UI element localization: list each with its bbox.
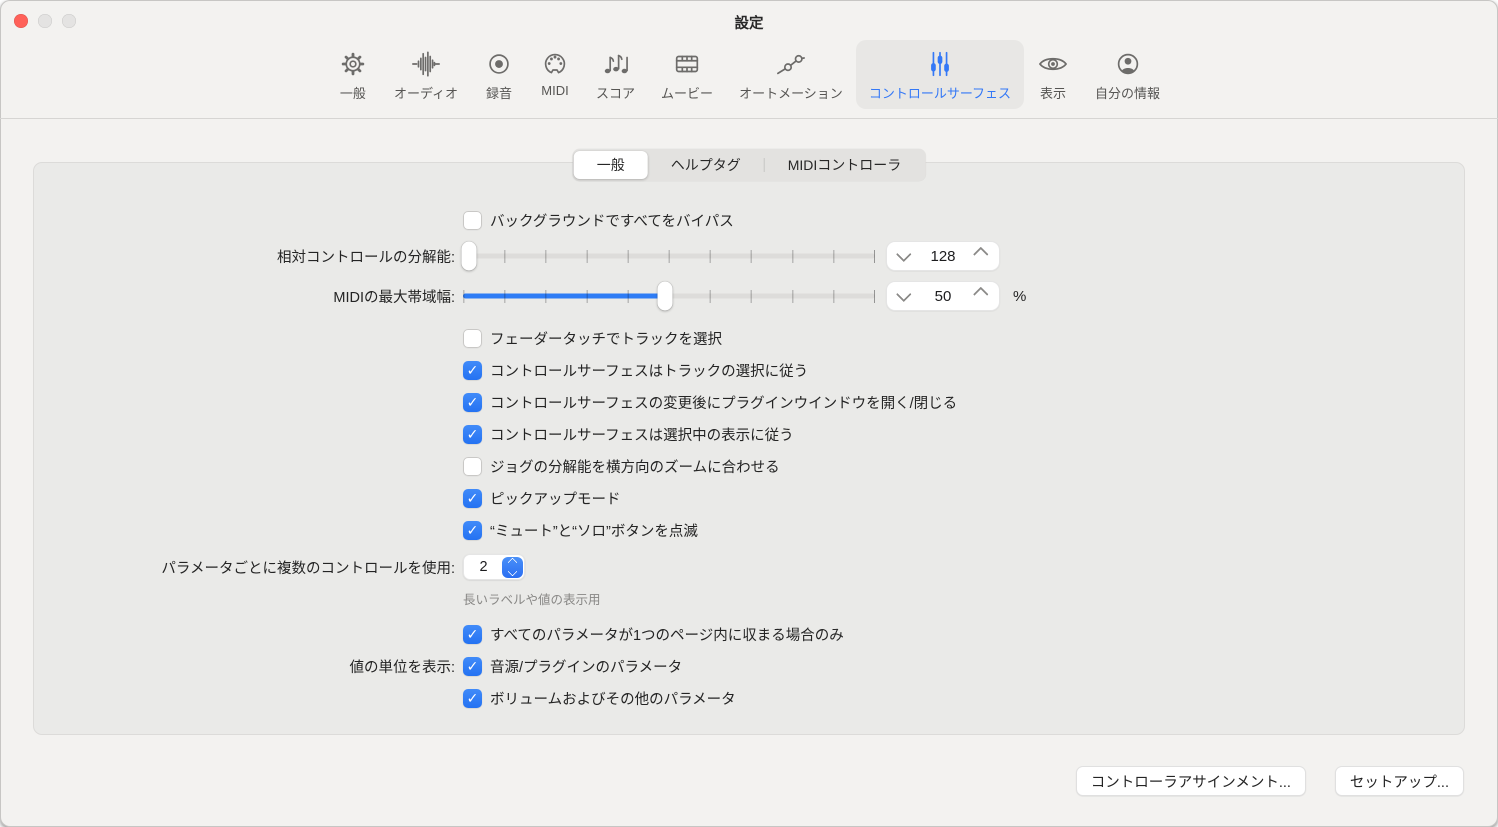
check-icon: ✓ — [467, 659, 479, 673]
check-icon: ✓ — [467, 427, 479, 441]
row-pickup-mode: ✓ ピックアップモード — [34, 482, 1464, 514]
jog-resolution-checkbox[interactable]: ✓ — [463, 457, 482, 476]
resolution-value[interactable]: 128 — [910, 248, 976, 265]
multiple-controls-label: パラメータごとに複数のコントロールを使用: — [34, 557, 455, 578]
check-icon: ✓ — [467, 363, 479, 377]
row-units-volume: ✓ ボリュームおよびその他のパラメータ — [34, 682, 1464, 714]
row-follow-track: ✓ コントロールサーフェスはトラックの選択に従う — [34, 354, 1464, 386]
toolbar-item-score[interactable]: スコア — [583, 40, 648, 109]
row-multiple-controls: パラメータごとに複数のコントロールを使用: 2 — [34, 551, 1464, 583]
row-fit-one-page: ✓ すべてのパラメータが1つのページ内に収まる場合のみ — [34, 618, 1464, 650]
bandwidth-slider[interactable] — [463, 281, 875, 311]
toolbar-item-label: 自分の情報 — [1095, 83, 1160, 102]
eye-icon — [1037, 48, 1069, 80]
row-multiple-controls-helper: 長いラベルや値の表示用 — [34, 588, 1464, 608]
show-units-label: 値の単位を表示: — [34, 656, 455, 677]
toolbar-item-control-surfaces[interactable]: コントロールサーフェス — [856, 40, 1024, 109]
follow-track-checkbox[interactable]: ✓ — [463, 361, 482, 380]
bandwidth-label: MIDIの最大帯域幅: — [34, 286, 455, 307]
toolbar-item-label: オートメーション — [739, 83, 843, 102]
row-units-instrument: 値の単位を表示: ✓ 音源/プラグインのパラメータ — [34, 650, 1464, 682]
bandwidth-slider-thumb[interactable] — [657, 282, 672, 311]
row-fader-touch: ✓ フェーダータッチでトラックを選択 — [34, 322, 1464, 354]
check-icon: ✓ — [467, 395, 479, 409]
row-bypass: ✓ バックグラウンドですべてをバイパス — [34, 204, 1464, 236]
toolbar-item-label: 録音 — [486, 83, 512, 102]
bypass-label: バックグラウンドですべてをバイパス — [490, 210, 734, 231]
window-title: 設定 — [0, 12, 1498, 33]
toolbar-item-midi[interactable]: MIDI — [527, 40, 583, 105]
settings-window: 設定 一般 — [0, 0, 1498, 827]
toolbar-item-label: コントロールサーフェス — [869, 83, 1011, 102]
row-follow-view: ✓ コントロールサーフェスは選択中の表示に従う — [34, 418, 1464, 450]
toolbar-item-label: スコア — [596, 83, 635, 102]
row-bandwidth: MIDIの最大帯域幅: 50 % — [34, 276, 1464, 316]
row-resolution: 相対コントロールの分解能: 128 — [34, 236, 1464, 276]
units-instrument-checkbox[interactable]: ✓ — [463, 657, 482, 676]
toolbar-item-general[interactable]: 一般 — [325, 40, 381, 109]
row-plugin-window: ✓ コントロールサーフェスの変更後にプラグインウインドウを開く/閉じる — [34, 386, 1464, 418]
toolbar-item-label: オーディオ — [394, 83, 458, 102]
check-icon: ✓ — [467, 691, 479, 705]
film-icon — [672, 48, 702, 80]
automation-icon — [776, 48, 806, 80]
waveform-icon — [411, 48, 441, 80]
bandwidth-value[interactable]: 50 — [910, 288, 976, 305]
check-icon: ✓ — [467, 523, 479, 537]
flash-mute-solo-checkbox[interactable]: ✓ — [463, 521, 482, 540]
popup-updown-icon — [502, 557, 523, 578]
toolbar-item-label: ムービー — [661, 83, 713, 102]
midi-connector-icon — [540, 48, 570, 80]
toolbar-item-label: MIDI — [541, 83, 568, 98]
music-notes-icon — [601, 48, 631, 80]
multiple-controls-popup[interactable]: 2 — [463, 554, 525, 580]
controller-assignments-button[interactable]: コントローラアサインメント... — [1076, 766, 1306, 796]
toolbar-item-recording[interactable]: 録音 — [471, 40, 527, 109]
toolbar-item-movie[interactable]: ムービー — [648, 40, 726, 109]
settings-toolbar: 一般 オーディオ 録音 — [0, 40, 1498, 109]
toolbar-item-automation[interactable]: オートメーション — [726, 40, 856, 109]
bandwidth-unit: % — [1013, 288, 1026, 305]
resolution-label: 相対コントロールの分解能: — [34, 246, 455, 267]
tab-help-tags[interactable]: ヘルプタグ — [648, 151, 764, 179]
row-flash-mute-solo: ✓ “ミュート”と“ソロ”ボタンを点滅 — [34, 514, 1464, 546]
bypass-checkbox[interactable]: ✓ — [463, 211, 482, 230]
follow-view-checkbox[interactable]: ✓ — [463, 425, 482, 444]
fader-touch-checkbox[interactable]: ✓ — [463, 329, 482, 348]
tab-midi-controllers[interactable]: MIDIコントローラ — [765, 151, 925, 179]
record-icon — [484, 48, 514, 80]
sliders-icon — [925, 48, 955, 80]
toolbar-item-label: 表示 — [1040, 83, 1066, 102]
general-tab-content: ✓ バックグラウンドですべてをバイパス 相対コントロールの分解能: 128 — [34, 163, 1464, 714]
tab-general[interactable]: 一般 — [574, 151, 648, 179]
popup-value: 2 — [465, 559, 502, 575]
check-icon: ✓ — [467, 491, 479, 505]
resolution-slider[interactable] — [463, 241, 875, 271]
bandwidth-stepper[interactable]: 50 — [886, 281, 1000, 311]
slider-ticks — [463, 250, 875, 263]
pickup-mode-checkbox[interactable]: ✓ — [463, 489, 482, 508]
fit-one-page-checkbox[interactable]: ✓ — [463, 625, 482, 644]
gear-icon — [338, 48, 368, 80]
plugin-window-checkbox[interactable]: ✓ — [463, 393, 482, 412]
user-icon — [1113, 48, 1143, 80]
toolbar-divider — [0, 118, 1498, 119]
units-volume-checkbox[interactable]: ✓ — [463, 689, 482, 708]
toolbar-item-label: 一般 — [340, 83, 366, 102]
setup-button[interactable]: セットアップ... — [1335, 766, 1464, 796]
tab-bar: 一般 ヘルプタグ MIDIコントローラ — [573, 149, 926, 181]
toolbar-item-audio[interactable]: オーディオ — [381, 40, 471, 109]
footer-buttons: コントローラアサインメント... セットアップ... — [1076, 766, 1464, 796]
resolution-slider-thumb[interactable] — [462, 242, 477, 271]
toolbar-item-my-info[interactable]: 自分の情報 — [1082, 40, 1173, 109]
row-jog-resolution: ✓ ジョグの分解能を横方向のズームに合わせる — [34, 450, 1464, 482]
check-icon: ✓ — [467, 627, 479, 641]
resolution-stepper[interactable]: 128 — [886, 241, 1000, 271]
multiple-controls-helper: 長いラベルや値の表示用 — [463, 589, 601, 608]
toolbar-item-display[interactable]: 表示 — [1024, 40, 1082, 109]
